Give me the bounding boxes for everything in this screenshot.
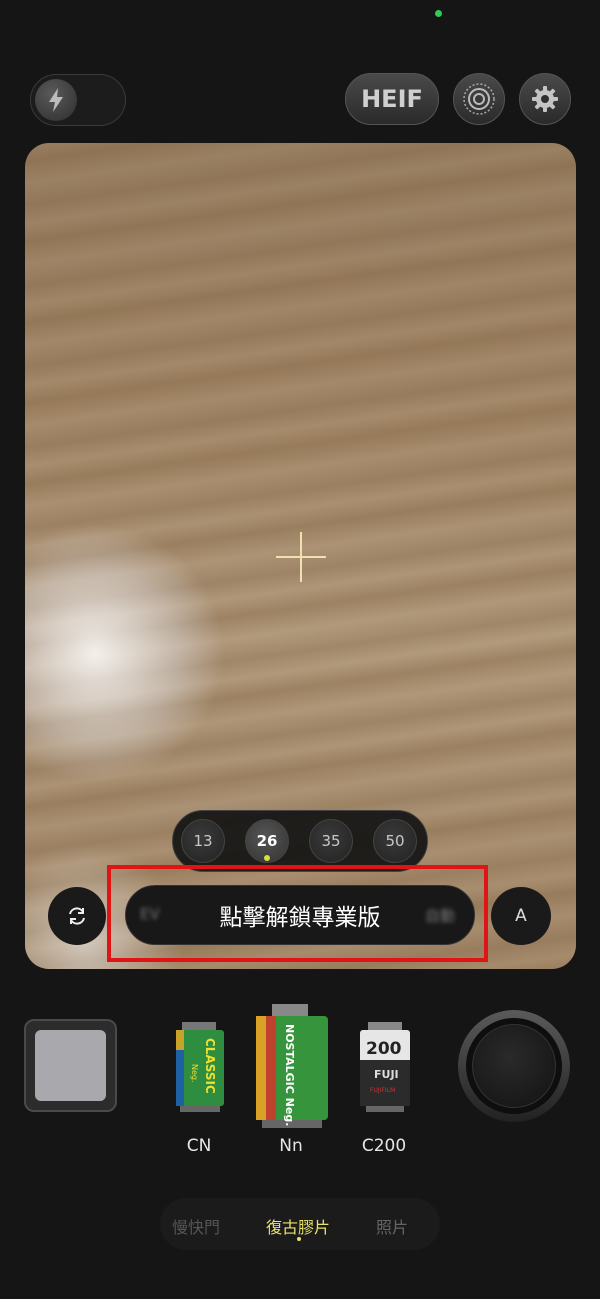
film-canister-icon: NOSTALGIC Neg. bbox=[256, 1004, 328, 1128]
shutter-core bbox=[472, 1024, 556, 1108]
film-nn[interactable]: NOSTALGIC Neg. bbox=[254, 1004, 330, 1132]
settings-button[interactable] bbox=[519, 73, 571, 125]
flash-toggle[interactable] bbox=[30, 74, 126, 126]
active-focal-indicator bbox=[264, 855, 270, 861]
svg-text:Neg.: Neg. bbox=[190, 1064, 199, 1083]
focus-crosshair bbox=[300, 532, 302, 582]
gallery-thumbnail[interactable] bbox=[24, 1019, 117, 1112]
mode-slow-shutter[interactable]: 慢快門 bbox=[172, 1214, 220, 1238]
film-label-cn: CN bbox=[186, 1136, 212, 1156]
focal-35[interactable]: 35 bbox=[309, 819, 353, 863]
last-photo-preview bbox=[35, 1030, 106, 1101]
flash-icon bbox=[35, 79, 77, 121]
film-c200[interactable]: 200 FUJI FUJIFILM bbox=[358, 1022, 412, 1116]
mode-photo[interactable]: 照片 bbox=[376, 1214, 408, 1238]
film-canister-icon: CLASSIC Neg. bbox=[176, 1022, 224, 1112]
focal-13[interactable]: 13 bbox=[181, 819, 225, 863]
svg-text:FUJI: FUJI bbox=[374, 1068, 399, 1081]
focal-50[interactable]: 50 bbox=[373, 819, 417, 863]
format-button[interactable]: HEIF bbox=[345, 73, 439, 125]
live-photo-icon bbox=[463, 83, 495, 115]
auto-mode-button[interactable]: A bbox=[491, 887, 551, 945]
film-label-nn: Nn bbox=[279, 1136, 303, 1156]
svg-text:NOSTALGIC Neg.: NOSTALGIC Neg. bbox=[283, 1024, 296, 1126]
film-canister-icon: 200 FUJI FUJIFILM bbox=[360, 1022, 410, 1112]
live-photo-button[interactable] bbox=[453, 73, 505, 125]
shutter-button[interactable] bbox=[458, 1010, 570, 1122]
svg-text:FUJIFILM: FUJIFILM bbox=[370, 1087, 395, 1094]
mode-vintage-film[interactable]: 復古膠片 bbox=[266, 1214, 330, 1238]
flip-camera-button[interactable] bbox=[48, 887, 106, 945]
film-label-c200: C200 bbox=[361, 1136, 407, 1156]
highlight-annotation bbox=[107, 865, 488, 962]
gear-icon bbox=[532, 86, 558, 112]
svg-text:CLASSIC: CLASSIC bbox=[203, 1038, 217, 1094]
shutter-ring bbox=[466, 1018, 562, 1114]
svg-text:200: 200 bbox=[366, 1039, 402, 1059]
film-cn[interactable]: CLASSIC Neg. bbox=[172, 1022, 228, 1116]
focal-length-selector: 13 26 35 50 bbox=[172, 810, 428, 872]
status-indicator bbox=[435, 10, 442, 17]
light-glare bbox=[25, 523, 225, 783]
rotate-icon bbox=[69, 907, 85, 925]
active-mode-indicator bbox=[297, 1237, 301, 1241]
